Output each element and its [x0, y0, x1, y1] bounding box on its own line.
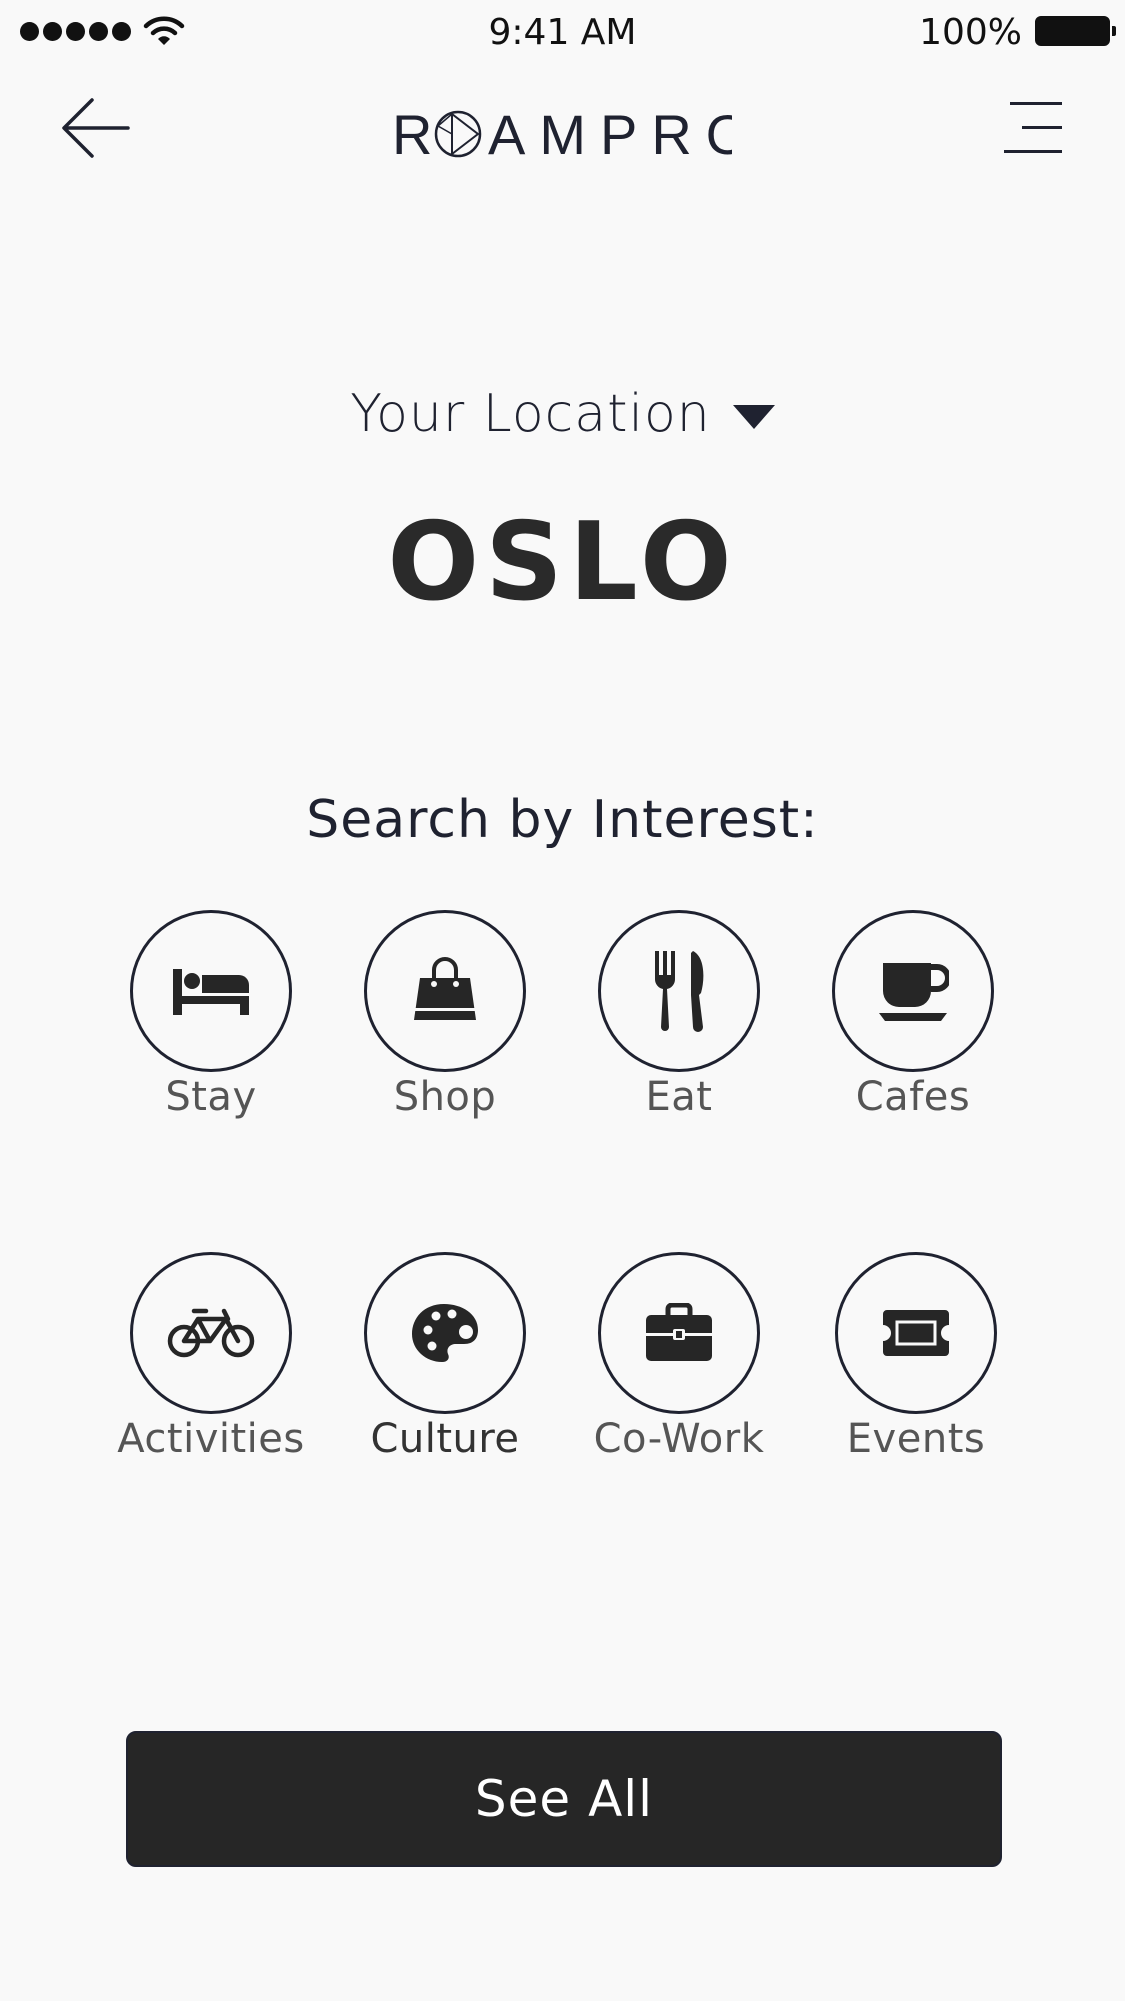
bicycle-icon	[167, 1308, 255, 1358]
co-work-circle	[598, 1252, 760, 1414]
svg-text:R: R	[392, 104, 432, 160]
events-circle	[835, 1252, 997, 1414]
interest-label: Culture	[370, 1416, 520, 1462]
svg-text:AMPRO: AMPRO	[488, 104, 732, 160]
interest-culture[interactable]: Culture	[325, 1252, 565, 1462]
shopping-bag-icon	[414, 957, 476, 1020]
palette-icon	[412, 1304, 478, 1362]
culture-circle	[364, 1252, 526, 1414]
briefcase-icon	[646, 1303, 712, 1361]
interest-eat[interactable]: Eat	[559, 910, 799, 1120]
coffee-cup-icon	[879, 963, 949, 1021]
status-bar: 9:41 AM 100%	[0, 0, 1125, 70]
roampro-logo: R AMPRO	[392, 103, 749, 166]
interest-label: Events	[846, 1416, 986, 1462]
interest-cafes[interactable]: Cafes	[793, 910, 1033, 1120]
arrow-left-icon	[62, 98, 130, 158]
interest-label: Eat	[645, 1074, 713, 1120]
dropdown-caret-icon	[732, 405, 775, 429]
interest-activities[interactable]: Activities	[91, 1252, 331, 1462]
menu-button[interactable]	[1000, 98, 1062, 158]
ticket-icon	[883, 1310, 949, 1356]
location-label: Your Location	[350, 384, 711, 444]
interest-events[interactable]: Events	[796, 1252, 1036, 1462]
activities-circle	[130, 1252, 292, 1414]
cafes-circle	[832, 910, 994, 1072]
bed-icon	[173, 969, 249, 1015]
location-selector[interactable]: Your Location	[0, 384, 1125, 444]
fork-knife-icon	[654, 951, 704, 1032]
interest-label: Stay	[165, 1074, 257, 1120]
battery-percentage: 100%	[919, 12, 1022, 53]
eat-circle	[598, 910, 760, 1072]
interest-label: Activities	[117, 1416, 305, 1462]
interest-co-work[interactable]: Co-Work	[559, 1252, 799, 1462]
see-all-button[interactable]: See All	[126, 1731, 1002, 1867]
interest-label: Co-Work	[593, 1416, 765, 1462]
stay-circle	[130, 910, 292, 1072]
interest-label: Shop	[393, 1074, 497, 1120]
city-name: OSLO	[387, 500, 738, 625]
interest-shop[interactable]: Shop	[325, 910, 565, 1120]
interest-label: Cafes	[855, 1074, 971, 1120]
search-by-interest-title: Search by Interest:	[306, 790, 819, 850]
back-button[interactable]	[60, 96, 132, 160]
shop-circle	[364, 910, 526, 1072]
battery-icon	[1035, 16, 1116, 46]
interest-stay[interactable]: Stay	[91, 910, 331, 1120]
